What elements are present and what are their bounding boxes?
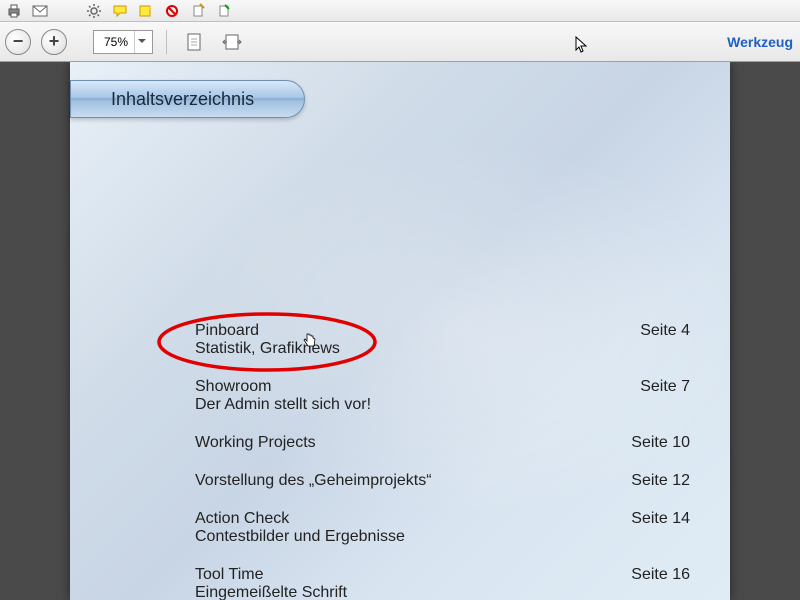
toc-subtitle: Eingemeißelte Schrift — [195, 584, 611, 600]
stamp-red-icon[interactable] — [163, 2, 181, 20]
pdf-page: Inhaltsverzeichnis Pinboard Statistik, G… — [70, 62, 730, 600]
print-icon[interactable] — [5, 2, 23, 20]
toolbar-top — [0, 0, 800, 22]
note-icon[interactable] — [137, 2, 155, 20]
toc-title: Working Projects — [195, 434, 611, 452]
fit-page-icon[interactable] — [180, 28, 208, 56]
mail-icon[interactable] — [31, 2, 49, 20]
toc-subtitle: Contestbilder und Ergebnisse — [195, 528, 611, 546]
toc-item[interactable]: Vorstellung des „Geheimprojekts“ Seite 1… — [195, 472, 690, 490]
toc-title: Showroom — [195, 378, 620, 396]
toc-item[interactable]: Action Check Contestbilder und Ergebniss… — [195, 510, 690, 546]
toc-page: Seite 10 — [611, 434, 690, 452]
separator — [166, 30, 167, 54]
stamp-yellow-icon[interactable] — [189, 2, 207, 20]
chevron-down-icon — [134, 31, 148, 53]
tools-menu[interactable]: Werkzeug — [727, 34, 795, 50]
zoom-out-button[interactable]: − — [5, 29, 31, 55]
toc-subtitle: Der Admin stellt sich vor! — [195, 396, 620, 414]
zoom-value: 75% — [98, 35, 134, 49]
stamp-green-icon[interactable] — [215, 2, 233, 20]
toc-page: Seite 4 — [620, 322, 690, 358]
toc-page: Seite 7 — [620, 378, 690, 414]
toc-subtitle: Statistik, Grafiknews — [195, 340, 620, 358]
zoom-in-button[interactable]: + — [41, 29, 67, 55]
canvas-area: Inhaltsverzeichnis Pinboard Statistik, G… — [0, 62, 800, 600]
page-title: Inhaltsverzeichnis — [70, 80, 305, 118]
toc-item[interactable]: Pinboard Statistik, Grafiknews Seite 4 — [195, 322, 690, 358]
toc-page: Seite 14 — [611, 510, 690, 546]
toc-title: Tool Time — [195, 566, 611, 584]
toc-title: Vorstellung des „Geheimprojekts“ — [195, 472, 611, 490]
comment-icon[interactable] — [111, 2, 129, 20]
toolbar-second: − + 75% Werkzeug — [0, 22, 800, 62]
toc-item[interactable]: Tool Time Eingemeißelte Schrift Seite 16 — [195, 566, 690, 600]
gear-icon[interactable] — [85, 2, 103, 20]
toc-page: Seite 12 — [611, 472, 690, 490]
toc-item[interactable]: Showroom Der Admin stellt sich vor! Seit… — [195, 378, 690, 414]
fit-width-icon[interactable] — [218, 28, 246, 56]
toc-list: Pinboard Statistik, Grafiknews Seite 4 S… — [195, 322, 690, 600]
toc-title: Action Check — [195, 510, 611, 528]
toc-title: Pinboard — [195, 322, 620, 340]
toc-page: Seite 16 — [611, 566, 690, 600]
zoom-level-select[interactable]: 75% — [93, 30, 153, 54]
toc-item[interactable]: Working Projects Seite 10 — [195, 434, 690, 452]
